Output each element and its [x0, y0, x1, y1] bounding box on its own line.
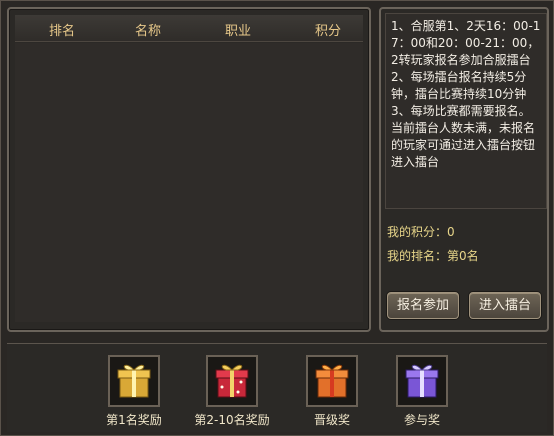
gold-gift-icon[interactable]: [108, 355, 160, 407]
reward-top10[interactable]: 第2-10名奖励: [187, 355, 277, 428]
red-gift-icon[interactable]: [206, 355, 258, 407]
rule-line: 3、每场比赛都需要报名。当前擂台人数未满，未报名的玩家可通过进入擂台按钮进入擂台: [391, 104, 536, 169]
column-class: 职业: [225, 24, 252, 39]
reward-first[interactable]: 第1名奖励: [89, 355, 179, 428]
reward-participation[interactable]: 参与奖: [377, 355, 467, 428]
reward-label: 参与奖: [403, 413, 440, 427]
rules-text: 1、合服第1、2天16：00-17：00和20：00-21：00，2转玩家报名参…: [385, 13, 547, 209]
ranking-header: 排名 名称 职业 积分: [15, 15, 363, 42]
my-score: 我的积分：0: [387, 225, 455, 239]
column-rank: 排名: [49, 24, 76, 39]
arena-window: 排名 名称 职业 积分 1、合服第1、2天16：00-17：00和20：00-2…: [0, 0, 554, 436]
reward-label: 第1名奖励: [106, 413, 162, 427]
info-panel: 1、合服第1、2天16：00-17：00和20：00-21：00，2转玩家报名参…: [379, 7, 549, 332]
rule-line: 1、合服第1、2天16：00-17：00和20：00-21：00，2转玩家报名参…: [391, 19, 541, 67]
signup-button[interactable]: 报名参加: [387, 292, 459, 319]
column-name: 名称: [135, 24, 162, 39]
purple-gift-icon[interactable]: [396, 355, 448, 407]
reward-label: 晋级奖: [313, 413, 350, 427]
reward-label: 第2-10名奖励: [194, 413, 270, 427]
ranking-panel: 排名 名称 职业 积分: [7, 7, 371, 332]
orange-gift-icon[interactable]: [306, 355, 358, 407]
reward-promotion[interactable]: 晋级奖: [287, 355, 377, 428]
column-score: 积分: [315, 24, 342, 39]
rule-line: 2、每场擂台报名持续5分钟，擂台比赛持续10分钟: [391, 70, 527, 101]
enter-arena-button[interactable]: 进入擂台: [469, 292, 541, 319]
ranking-list[interactable]: [15, 43, 363, 322]
my-rank: 我的排名：第0名: [387, 249, 479, 263]
